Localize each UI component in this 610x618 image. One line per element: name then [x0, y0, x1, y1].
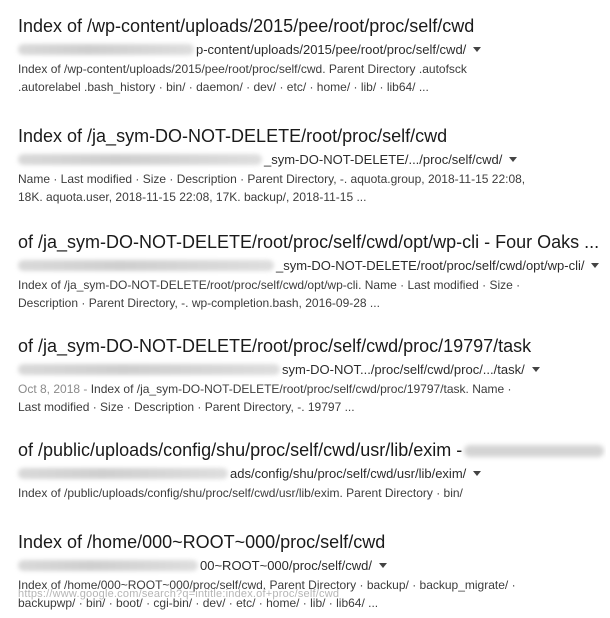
snippet-line: Index of /wp-content/uploads/2015/pee/ro…: [18, 62, 467, 76]
redacted-title-suffix: [464, 445, 605, 458]
result-snippet: Oct 8, 2018 - Index of /ja_sym-DO-NOT-DE…: [18, 380, 606, 416]
result-url-path[interactable]: p-content/uploads/2015/pee/root/proc/sel…: [196, 42, 466, 57]
result-title-link[interactable]: Index of /home/000~ROOT~000/proc/self/cw…: [18, 530, 606, 554]
search-result: of /ja_sym-DO-NOT-DELETE/root/proc/self/…: [18, 334, 606, 438]
snippet-line: Description · Parent Directory, -. wp-co…: [18, 296, 380, 310]
search-results-list: Index of /wp-content/uploads/2015/pee/ro…: [18, 14, 606, 612]
result-title-link[interactable]: Index of /ja_sym-DO-NOT-DELETE/root/proc…: [18, 124, 606, 148]
search-result: Index of /ja_sym-DO-NOT-DELETE/root/proc…: [18, 124, 606, 230]
redacted-domain: [18, 153, 262, 165]
redacted-domain: [18, 467, 228, 479]
chevron-down-icon[interactable]: [473, 470, 482, 476]
chevron-down-icon[interactable]: [509, 156, 518, 162]
result-url-path[interactable]: 00~ROOT~000/proc/self/cwd/: [200, 558, 372, 573]
chevron-down-icon[interactable]: [473, 46, 482, 52]
result-snippet: Index of /ja_sym-DO-NOT-DELETE/root/proc…: [18, 276, 606, 312]
watermark-url: https://www.google.com/search?q=intitle:…: [18, 588, 340, 600]
result-title-link[interactable]: of /ja_sym-DO-NOT-DELETE/root/proc/self/…: [18, 230, 606, 254]
result-title-link[interactable]: Index of /wp-content/uploads/2015/pee/ro…: [18, 14, 606, 38]
redacted-domain: [18, 559, 198, 571]
snippet-line: Name · Last modified · Size · Descriptio…: [18, 172, 526, 186]
snippet-line: Index of /public/uploads/config/shu/proc…: [18, 486, 463, 500]
result-url-row: ads/config/shu/proc/self/cwd/usr/lib/exi…: [18, 463, 606, 483]
search-result: of /ja_sym-DO-NOT-DELETE/root/proc/self/…: [18, 230, 606, 334]
result-url-row: _sym-DO-NOT-DELETE/.../proc/self/cwd/: [18, 149, 606, 169]
snippet-date: Oct 8, 2018 -: [18, 382, 88, 396]
redacted-domain: [18, 363, 280, 375]
redacted-domain: [18, 43, 194, 55]
search-result: of /public/uploads/config/shu/proc/self/…: [18, 438, 606, 530]
result-url-path[interactable]: ads/config/shu/proc/self/cwd/usr/lib/exi…: [230, 466, 466, 481]
chevron-down-icon[interactable]: [591, 262, 600, 268]
result-url-path[interactable]: _sym-DO-NOT-DELETE/root/proc/self/cwd/op…: [276, 258, 584, 273]
redacted-domain: [18, 259, 274, 271]
chevron-down-icon[interactable]: [531, 366, 540, 372]
search-result: Index of /wp-content/uploads/2015/pee/ro…: [18, 14, 606, 124]
result-snippet: Name · Last modified · Size · Descriptio…: [18, 170, 606, 206]
result-url-row: 00~ROOT~000/proc/self/cwd/: [18, 555, 606, 575]
result-title-text: of /public/uploads/config/shu/proc/self/…: [18, 440, 463, 460]
chevron-down-icon[interactable]: [378, 562, 387, 568]
result-url-row: sym-DO-NOT.../proc/self/cwd/proc/.../tas…: [18, 359, 606, 379]
snippet-line: .autorelabel .bash_history · bin/ · daem…: [18, 80, 429, 94]
result-url-path[interactable]: _sym-DO-NOT-DELETE/.../proc/self/cwd/: [264, 152, 502, 167]
result-snippet: Index of /wp-content/uploads/2015/pee/ro…: [18, 60, 606, 96]
result-url-path[interactable]: sym-DO-NOT.../proc/self/cwd/proc/.../tas…: [282, 362, 525, 377]
snippet-line: Index of /ja_sym-DO-NOT-DELETE/root/proc…: [18, 278, 521, 292]
snippet-line: 18K. aquota.user, 2018-11-15 22:08, 17K.…: [18, 190, 367, 204]
result-url-row: _sym-DO-NOT-DELETE/root/proc/self/cwd/op…: [18, 255, 606, 275]
result-title-link[interactable]: of /ja_sym-DO-NOT-DELETE/root/proc/self/…: [18, 334, 606, 358]
result-snippet: Index of /public/uploads/config/shu/proc…: [18, 484, 606, 502]
snippet-line: Last modified · Size · Description · Par…: [18, 400, 355, 414]
snippet-line: Oct 8, 2018 - Index of /ja_sym-DO-NOT-DE…: [18, 380, 606, 398]
snippet-text: Index of /ja_sym-DO-NOT-DELETE/root/proc…: [90, 382, 512, 396]
result-url-row: p-content/uploads/2015/pee/root/proc/sel…: [18, 39, 606, 59]
result-title-link[interactable]: of /public/uploads/config/shu/proc/self/…: [18, 438, 606, 462]
